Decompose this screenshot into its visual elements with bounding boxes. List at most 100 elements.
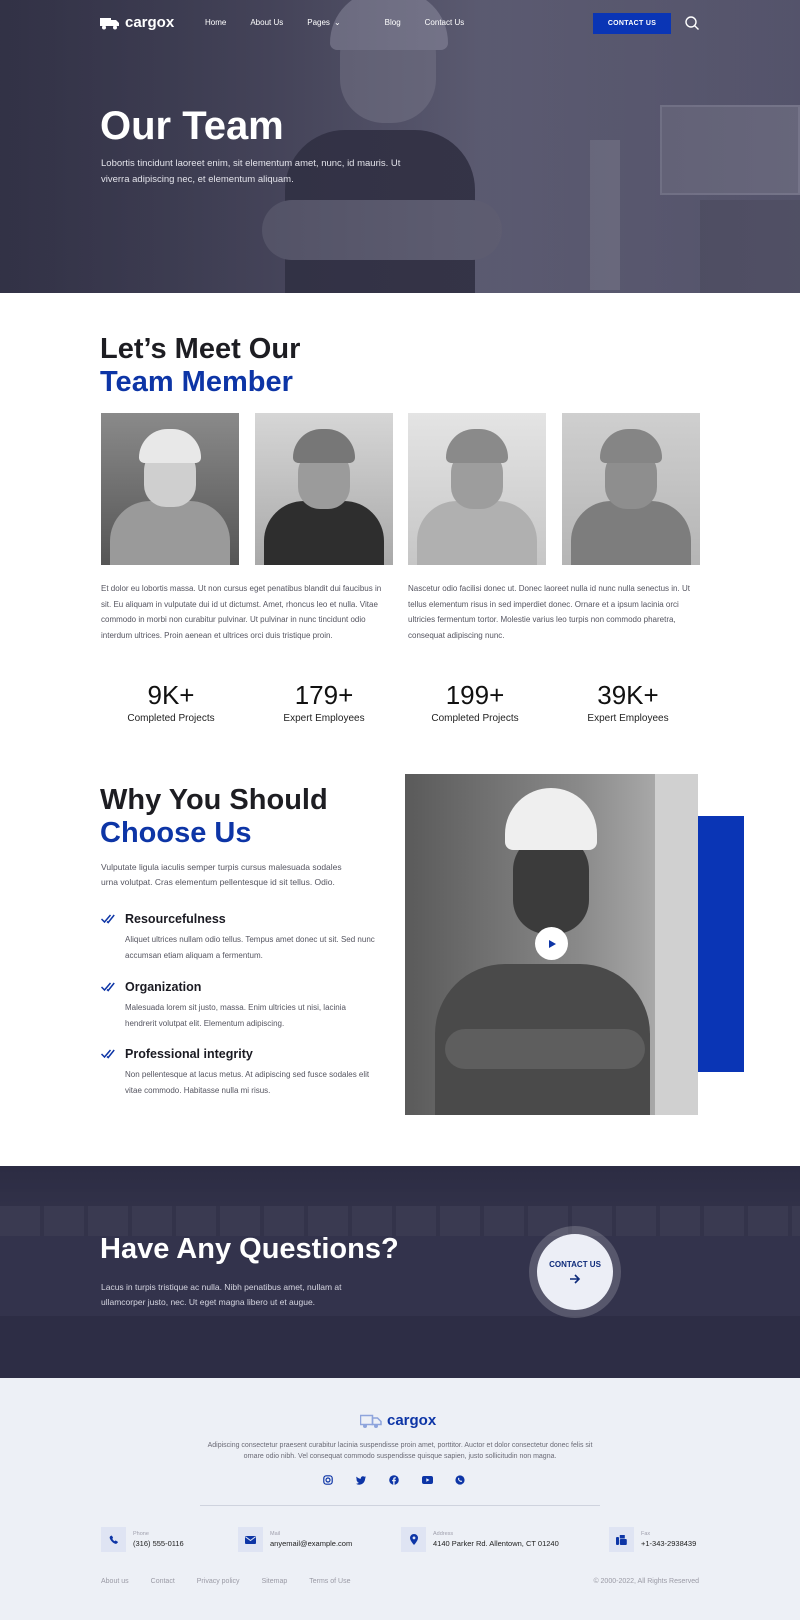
contact-value: +1-343-2938439 xyxy=(641,1539,697,1548)
cta-text: Lacus in turpis tristique ac nulla. Nibh… xyxy=(101,1282,342,1307)
feature-item: Resourcefulness Aliquet ultrices nullam … xyxy=(101,912,375,962)
team-title-line2: Team Member xyxy=(100,366,293,398)
twitter-icon[interactable] xyxy=(355,1474,367,1486)
nav-item-home[interactable]: Home xyxy=(205,18,226,27)
stat-value: 199+ xyxy=(445,680,505,710)
play-button[interactable] xyxy=(535,927,568,960)
decorative-accent-block xyxy=(698,816,744,1072)
footer-link-privacy[interactable]: Privacy policy xyxy=(197,1578,240,1585)
header-contact-button[interactable]: CONTACT US xyxy=(593,13,671,34)
double-check-icon xyxy=(101,982,115,992)
double-check-icon xyxy=(101,1049,115,1059)
footer-link-terms[interactable]: Terms of Use xyxy=(309,1578,350,1585)
why-intro-text: Vulputate ligula iaculis semper turpis c… xyxy=(101,862,342,887)
stat-label: Completed Projects xyxy=(127,713,215,724)
cta-contact-button[interactable]: CONTACT US xyxy=(537,1234,613,1310)
copyright: © 2000-2022, All Rights Reserved xyxy=(593,1578,699,1585)
why-section-title: Why You Should Choose Us xyxy=(100,784,328,850)
why-title-line2: Choose Us xyxy=(100,817,252,849)
stat-value: 179+ xyxy=(294,680,354,710)
hero-description: Lobortis tincidunt laoreet enim, sit ele… xyxy=(101,158,401,185)
phone-icon xyxy=(101,1527,126,1552)
team-description-left: Et dolor eu lobortis massa. Ut non cursu… xyxy=(101,584,382,640)
feature-title: Resourcefulness xyxy=(125,912,226,926)
team-member-photo xyxy=(101,413,239,565)
arrow-right-icon xyxy=(570,1274,581,1284)
stat-label: Completed Projects xyxy=(431,713,519,724)
photo-torso xyxy=(417,501,537,565)
search-icon[interactable] xyxy=(684,15,700,31)
mail-icon xyxy=(238,1527,263,1552)
contact-address[interactable]: Address 4140 Parker Rd. Allentown, CT 01… xyxy=(401,1527,559,1552)
main-nav: Home About Us Pages ⌄ Blog Contact Us xyxy=(205,18,488,27)
thumbnail-wall xyxy=(655,774,698,1115)
team-member-photo xyxy=(255,413,393,565)
footer-description: Adipiscing consectetur praesent curabitu… xyxy=(207,1442,593,1460)
stat-item: 199+ Completed Projects xyxy=(400,680,550,724)
contact-phone[interactable]: Phone (316) 555-0116 xyxy=(101,1527,184,1552)
location-icon xyxy=(401,1527,426,1552)
photo-torso xyxy=(571,501,691,565)
whatsapp-icon[interactable] xyxy=(454,1474,466,1486)
feature-title: Organization xyxy=(125,980,202,994)
chevron-down-icon: ⌄ xyxy=(333,18,341,27)
truck-icon xyxy=(100,17,119,29)
footer-link-sitemap[interactable]: Sitemap xyxy=(262,1578,288,1585)
facebook-icon[interactable] xyxy=(388,1474,400,1486)
stat-item: 39K+ Expert Employees xyxy=(553,680,703,724)
footer-links: About us Contact Privacy policy Sitemap … xyxy=(101,1578,372,1585)
cta-title: Have Any Questions? xyxy=(100,1233,399,1265)
stat-label: Expert Employees xyxy=(587,713,669,724)
contact-label: Fax xyxy=(641,1531,651,1537)
contact-fax[interactable]: Fax +1-343-2938439 xyxy=(609,1527,696,1552)
footer-brand-name: cargox xyxy=(387,1412,437,1429)
photo-torso xyxy=(110,501,230,565)
contact-value: (316) 555-0116 xyxy=(133,1539,184,1548)
fax-icon xyxy=(609,1527,634,1552)
team-member-photo xyxy=(562,413,700,565)
stat-item: 179+ Expert Employees xyxy=(249,680,399,724)
contact-value: anyemail@example.com xyxy=(270,1539,353,1548)
stat-value: 39K+ xyxy=(597,680,659,710)
team-title-line1: Let’s Meet Our xyxy=(100,333,301,365)
nav-item-pages-label: Pages xyxy=(307,18,330,27)
contact-label: Phone xyxy=(133,1531,149,1537)
team-section-title: Let’s Meet Our Team Member xyxy=(100,333,300,399)
contact-value: 4140 Parker Rd. Allentown, CT 01240 xyxy=(433,1539,559,1548)
feature-text: Aliquet ultrices nullam odio tellus. Tem… xyxy=(125,935,375,960)
feature-title: Professional integrity xyxy=(125,1047,253,1061)
feature-item: Professional integrity Non pellentesque … xyxy=(101,1047,371,1097)
thumbnail-worker-arms xyxy=(445,1029,645,1069)
photo-torso xyxy=(264,501,384,565)
stat-item: 9K+ Completed Projects xyxy=(96,680,246,724)
footer-link-contact[interactable]: Contact xyxy=(151,1578,175,1585)
double-check-icon xyxy=(101,914,115,924)
why-title-line1: Why You Should xyxy=(100,784,328,816)
footer-link-about[interactable]: About us xyxy=(101,1578,129,1585)
stat-value: 9K+ xyxy=(147,680,195,710)
play-icon xyxy=(548,939,556,948)
nav-item-contact[interactable]: Contact Us xyxy=(425,18,465,27)
nav-item-blog[interactable]: Blog xyxy=(385,18,401,27)
instagram-icon[interactable] xyxy=(322,1474,334,1486)
stat-label: Expert Employees xyxy=(283,713,365,724)
cta-section xyxy=(0,1166,800,1378)
team-member-photo xyxy=(408,413,546,565)
page-title: Our Team xyxy=(100,104,284,148)
contact-label: Mail xyxy=(270,1531,281,1537)
header-logo[interactable]: cargox xyxy=(100,14,174,31)
nav-item-about[interactable]: About Us xyxy=(250,18,283,27)
youtube-icon[interactable] xyxy=(421,1474,433,1486)
nav-item-pages[interactable]: Pages ⌄ xyxy=(307,18,360,27)
footer-divider xyxy=(200,1505,600,1506)
feature-item: Organization Malesuada lorem sit justo, … xyxy=(101,980,371,1030)
social-links xyxy=(322,1474,466,1486)
feature-text: Malesuada lorem sit justo, massa. Enim u… xyxy=(125,1003,346,1028)
cta-overlay xyxy=(0,1166,800,1378)
team-description-right: Nascetur odio facilisi donec ut. Donec l… xyxy=(408,584,690,640)
footer-logo[interactable]: cargox xyxy=(360,1412,436,1429)
cta-contact-label: CONTACT US xyxy=(549,1260,601,1269)
contact-mail[interactable]: Mail anyemail@example.com xyxy=(238,1527,352,1552)
contact-label: Address xyxy=(433,1531,454,1537)
truck-icon xyxy=(360,1414,382,1428)
